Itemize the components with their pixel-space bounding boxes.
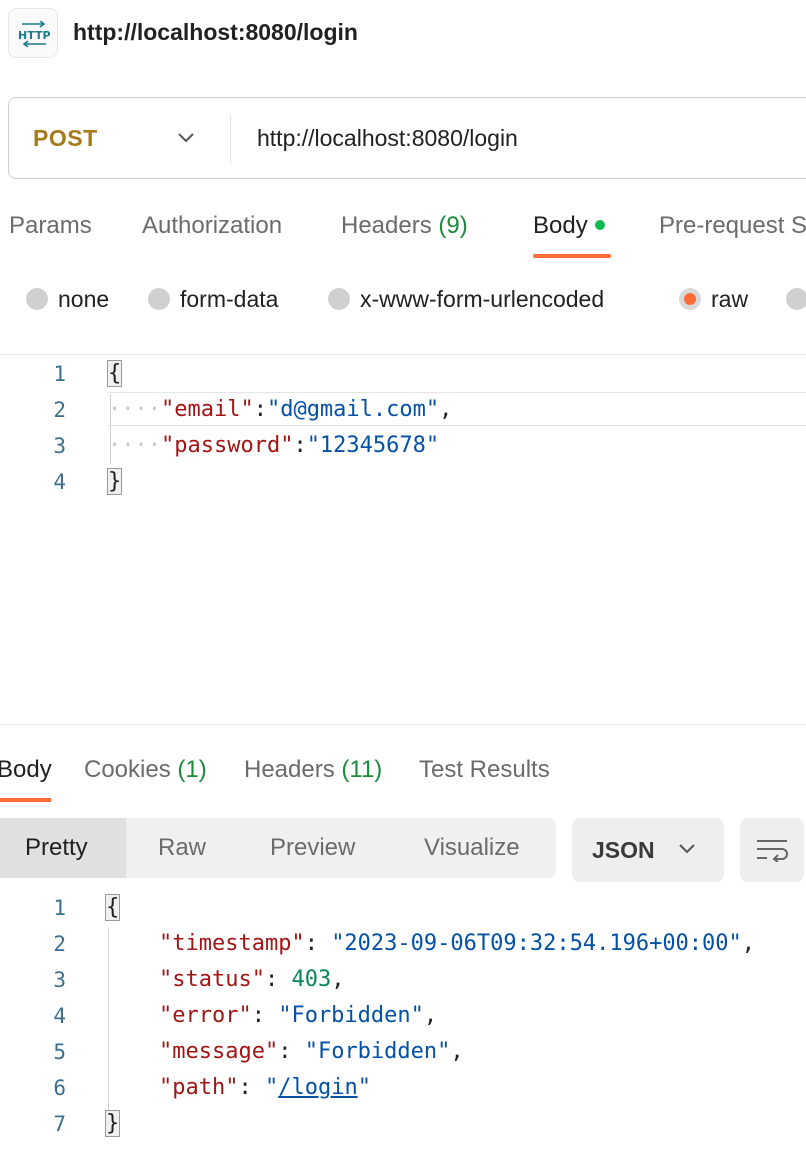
json-key: "error" [158, 1003, 252, 1028]
request-body-line[interactable]: } [106, 468, 123, 495]
radio-form-data[interactable]: form-data [148, 286, 278, 313]
json-value: "Forbidden" [278, 1003, 424, 1028]
json-value: "d@gmail.com" [266, 397, 440, 422]
chevron-down-icon [679, 844, 695, 854]
json-key: "status" [158, 967, 265, 992]
json-value: "2023-09-06T09:32:54.196+00:00" [331, 931, 742, 956]
headers-count: (11) [341, 756, 383, 783]
wrap-lines-button[interactable] [740, 818, 804, 882]
active-response-tab-indicator [0, 798, 51, 802]
response-tab-test-results[interactable]: Test Results [419, 756, 550, 784]
headers-count: (9) [438, 212, 468, 239]
line-number: 6 [53, 1076, 66, 1100]
response-body-line: "message": "Forbidden", [158, 1039, 464, 1064]
line-number: 4 [53, 470, 66, 494]
radio-binary[interactable] [786, 286, 806, 313]
pane-resize-handle[interactable] [0, 724, 806, 725]
radio-raw[interactable]: raw [679, 286, 748, 313]
view-raw[interactable]: Raw [158, 834, 206, 862]
request-body-line[interactable]: ····"password":"12345678" [108, 433, 439, 458]
radio-circle [328, 288, 350, 310]
json-value: "12345678" [306, 433, 440, 458]
request-title: http://localhost:8080/login [73, 19, 358, 45]
radio-circle [148, 288, 170, 310]
path-link[interactable]: /login [278, 1075, 357, 1100]
response-body-line: } [104, 1110, 121, 1137]
response-body-line: "status": 403, [158, 967, 345, 992]
method-url-divider [230, 115, 231, 163]
json-value: "Forbidden" [304, 1039, 451, 1064]
wrap-lines-icon [757, 840, 788, 862]
request-body-line[interactable]: ····"email":"d@gmail.com", [108, 397, 452, 422]
brace: { [106, 360, 123, 387]
response-tab-body[interactable]: Body [0, 756, 52, 784]
method-select[interactable]: POST [33, 125, 98, 152]
line-number: 1 [53, 896, 66, 920]
json-key: "email" [160, 397, 254, 422]
response-tab-cookies[interactable]: Cookies (1) [84, 756, 207, 784]
line-number: 3 [53, 968, 66, 992]
request-body-line[interactable]: { [106, 360, 123, 387]
json-key: "timestamp" [158, 931, 305, 956]
line-number: 2 [53, 932, 66, 956]
view-preview[interactable]: Preview [270, 834, 355, 862]
format-select-label: JSON [592, 837, 655, 863]
json-key: "password" [160, 433, 294, 458]
json-key: "path" [158, 1075, 239, 1100]
line-number: 5 [53, 1040, 66, 1064]
json-key: "message" [158, 1039, 279, 1064]
radio-circle-selected [679, 288, 701, 310]
line-number: 2 [53, 398, 66, 422]
tab-pre-request-script[interactable]: Pre-request S [659, 212, 806, 240]
view-visualize[interactable]: Visualize [424, 834, 520, 862]
tab-headers[interactable]: Headers (9) [341, 212, 468, 240]
tab-authorization[interactable]: Authorization [142, 212, 282, 240]
tab-body[interactable]: Body [533, 212, 605, 240]
response-tab-headers[interactable]: Headers (11) [244, 756, 382, 784]
response-body-line: "timestamp": "2023-09-06T09:32:54.196+00… [158, 931, 756, 956]
response-body-line: "error": "Forbidden", [158, 1003, 438, 1028]
http-icon: HTTP [8, 8, 58, 58]
json-value: 403 [291, 967, 332, 992]
brace: { [104, 894, 121, 921]
cookies-count: (1) [177, 756, 207, 783]
line-number: 7 [53, 1112, 66, 1136]
response-body-line: { [104, 894, 121, 921]
active-tab-indicator [533, 254, 611, 258]
radio-none[interactable]: none [26, 286, 109, 313]
line-number: 1 [53, 362, 66, 386]
response-body-line: "path": "/login" [158, 1075, 371, 1100]
url-input[interactable]: http://localhost:8080/login [257, 125, 518, 152]
view-pretty[interactable]: Pretty [25, 834, 88, 862]
svg-text:HTTP: HTTP [18, 29, 51, 42]
line-number: 4 [53, 1004, 66, 1028]
line-number: 3 [53, 434, 66, 458]
body-modified-dot [594, 220, 605, 230]
chevron-down-icon[interactable] [177, 132, 195, 144]
tab-params[interactable]: Params [9, 212, 92, 240]
radio-circle [26, 288, 48, 310]
brace: } [104, 1110, 121, 1137]
request-bar: POST http://localhost:8080/login [8, 97, 806, 179]
brace: } [106, 468, 123, 495]
radio-circle [786, 288, 806, 310]
divider [0, 354, 806, 355]
radio-x-www-form-urlencoded[interactable]: x-www-form-urlencoded [328, 286, 604, 313]
